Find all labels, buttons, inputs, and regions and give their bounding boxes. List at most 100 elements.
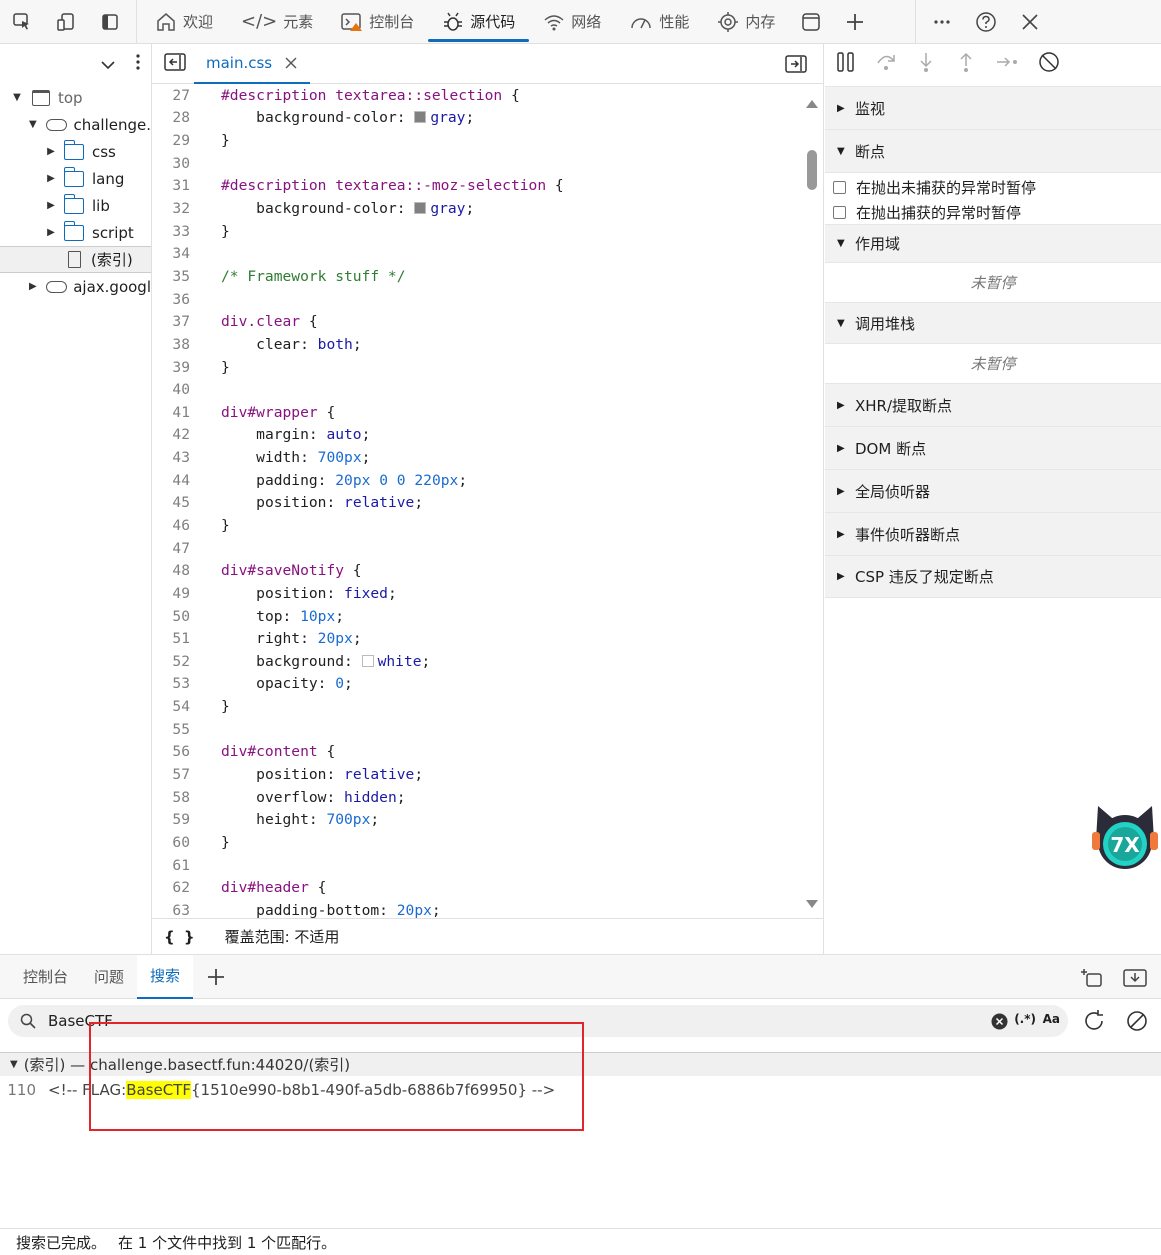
section-call-stack[interactable]: ▼ 调用堆栈	[825, 302, 1161, 343]
code-line[interactable]: 48 div#saveNotify {	[152, 559, 804, 582]
code-line[interactable]: 35 /* Framework stuff */	[152, 265, 804, 288]
line-number[interactable]: 29	[152, 132, 202, 149]
code-line[interactable]: 28 background-color: gray;	[152, 107, 804, 130]
collapsed-arrow-icon[interactable]: ▶	[44, 173, 58, 184]
section-event-listener-breakpoints[interactable]: ▶ 事件侦听器断点	[825, 512, 1161, 555]
code-line[interactable]: 32 background-color: gray;	[152, 197, 804, 220]
editor-tab-main-css[interactable]: main.css	[194, 44, 311, 84]
code-line[interactable]: 59 height: 700px;	[152, 809, 804, 832]
line-number[interactable]: 54	[152, 698, 202, 715]
section-csp-breakpoints[interactable]: ▶ CSP 违反了规定断点	[825, 555, 1161, 598]
refresh-icon[interactable]	[1082, 1009, 1106, 1037]
color-swatch[interactable]	[414, 111, 427, 124]
expanded-arrow-icon[interactable]: ▼	[10, 1059, 18, 1070]
line-number[interactable]: 45	[152, 494, 202, 511]
add-drawer-tab-icon[interactable]	[193, 955, 239, 999]
line-number[interactable]: 50	[152, 608, 202, 625]
line-number[interactable]: 53	[152, 675, 202, 692]
line-number[interactable]: 51	[152, 630, 202, 647]
collapsed-arrow-icon[interactable]: ▶	[26, 281, 40, 292]
code-line[interactable]: 37 div.clear {	[152, 310, 804, 333]
checkbox[interactable]	[833, 206, 846, 219]
code-line[interactable]: 45 position: relative;	[152, 492, 804, 515]
section-watch[interactable]: ▶ 监视	[825, 86, 1161, 129]
pause-caught-checkbox[interactable]: 在抛出捕获的异常时暂停	[825, 200, 1161, 225]
expanded-arrow-icon[interactable]: ▼	[26, 119, 40, 130]
line-number[interactable]: 47	[152, 540, 202, 557]
line-number[interactable]: 46	[152, 517, 202, 534]
color-swatch[interactable]	[414, 202, 427, 215]
code-line[interactable]: 33}	[152, 220, 804, 243]
section-dom-breakpoints[interactable]: ▶ DOM 断点	[825, 426, 1161, 469]
code-line[interactable]: 54}	[152, 695, 804, 718]
code-line[interactable]: 62 div#header {	[152, 876, 804, 899]
code-line[interactable]: 50 top: 10px;	[152, 605, 804, 628]
code-line[interactable]: 41 div#wrapper {	[152, 401, 804, 424]
code-line[interactable]: 55	[152, 718, 804, 741]
add-tab-icon[interactable]	[833, 0, 877, 44]
step-out-icon[interactable]	[955, 51, 977, 78]
line-number[interactable]: 55	[152, 721, 202, 738]
code-line[interactable]: 57 position: relative;	[152, 763, 804, 786]
line-number[interactable]: 60	[152, 834, 202, 851]
inspect-element-icon[interactable]	[0, 0, 44, 44]
code-line[interactable]: 42 margin: auto;	[152, 424, 804, 447]
line-number[interactable]: 49	[152, 585, 202, 602]
line-number[interactable]: 33	[152, 223, 202, 240]
step-over-icon[interactable]	[875, 51, 897, 78]
tab-memory[interactable]: 内存	[703, 0, 789, 44]
line-number[interactable]: 30	[152, 155, 202, 172]
match-case-toggle[interactable]: Aa	[1043, 1012, 1060, 1026]
line-number[interactable]: 40	[152, 381, 202, 398]
line-number[interactable]: 62	[152, 879, 202, 896]
code-line[interactable]: 44 padding: 20px 0 0 220px;	[152, 469, 804, 492]
drawer-tab-search[interactable]: 搜索	[137, 954, 194, 999]
app-window-icon[interactable]	[789, 0, 833, 44]
tree-item-lib[interactable]: ▶ lib	[0, 192, 151, 219]
mascot-cat-icon[interactable]: 7X	[1092, 802, 1158, 872]
code-line[interactable]: 29}	[152, 129, 804, 152]
drawer-tab-issues[interactable]: 问题	[81, 955, 137, 999]
tab-sources[interactable]: 源代码	[428, 0, 530, 44]
code-line[interactable]: 46}	[152, 514, 804, 537]
undock-drawer-icon[interactable]	[1079, 968, 1103, 992]
help-icon[interactable]	[964, 0, 1008, 44]
line-number[interactable]: 37	[152, 313, 202, 330]
code-line[interactable]: 27 #description textarea::selection {	[152, 84, 804, 107]
code-line[interactable]: 43 width: 700px;	[152, 446, 804, 469]
section-scope[interactable]: ▼ 作用域	[825, 224, 1161, 262]
close-devtools-icon[interactable]	[1008, 0, 1052, 44]
tree-item-lang[interactable]: ▶ lang	[0, 165, 151, 192]
tab-elements[interactable]: </> 元素	[227, 0, 327, 44]
tab-performance[interactable]: 性能	[615, 0, 703, 44]
tab-console[interactable]: 控制台	[327, 0, 428, 44]
device-emulation-icon[interactable]	[44, 0, 88, 44]
editor-vertical-scrollbar[interactable]	[803, 98, 821, 918]
collapsed-arrow-icon[interactable]: ▶	[44, 146, 58, 157]
line-number[interactable]: 36	[152, 291, 202, 308]
code-line[interactable]: 51 right: 20px;	[152, 627, 804, 650]
close-tab-icon[interactable]	[284, 56, 298, 70]
expanded-arrow-icon[interactable]: ▼	[10, 92, 24, 103]
line-number[interactable]: 28	[152, 109, 202, 126]
code-line[interactable]: 30	[152, 152, 804, 175]
tree-item-ajax[interactable]: ▶ ajax.googl	[0, 273, 151, 300]
code-line[interactable]: 38 clear: both;	[152, 333, 804, 356]
section-global-listeners[interactable]: ▶ 全局侦听器	[825, 469, 1161, 512]
tree-item-index[interactable]: (索引)	[0, 246, 151, 273]
clear-results-icon[interactable]	[1125, 1009, 1149, 1037]
toggle-debugger-icon[interactable]	[785, 55, 807, 77]
code-line[interactable]: 47	[152, 537, 804, 560]
tree-item-challenge[interactable]: ▼ challenge.	[0, 111, 151, 138]
tab-network[interactable]: 网络	[529, 0, 615, 44]
more-options-icon[interactable]	[920, 0, 964, 44]
code-line[interactable]: 31 #description textarea::-moz-selection …	[152, 175, 804, 198]
line-number[interactable]: 34	[152, 245, 202, 262]
section-xhr-breakpoints[interactable]: ▶ XHR/提取断点	[825, 383, 1161, 426]
line-number[interactable]: 31	[152, 177, 202, 194]
deactivate-breakpoints-icon[interactable]	[1037, 50, 1061, 79]
code-line[interactable]: 61	[152, 854, 804, 877]
tree-item-css[interactable]: ▶ css	[0, 138, 151, 165]
checkbox[interactable]	[833, 181, 846, 194]
collapsed-arrow-icon[interactable]: ▶	[44, 227, 58, 238]
